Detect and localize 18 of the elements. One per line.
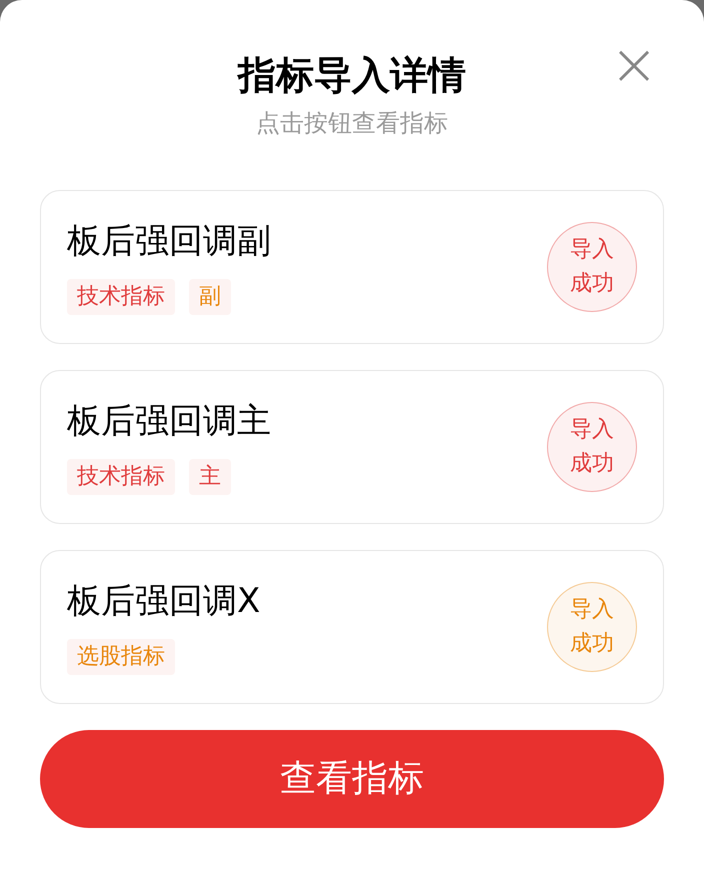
tag: 技术指标 [67,459,175,495]
indicator-card[interactable]: 板后强回调X 选股指标 导入成功 [40,550,664,704]
view-indicators-button[interactable]: 查看指标 [40,730,664,828]
success-stamp: 导入成功 [547,222,637,312]
close-button[interactable]: × [604,34,664,94]
indicator-card[interactable]: 板后强回调副 技术指标 副 导入成功 [40,190,664,344]
tag: 技术指标 [67,279,175,315]
dialog-subtitle: 点击按钮查看指标 [256,108,448,139]
tag: 副 [189,279,231,315]
indicator-name: 板后强回调主 [67,400,271,443]
dialog-title: 指标导入详情 [238,52,466,99]
indicator-card[interactable]: 板后强回调主 技术指标 主 导入成功 [40,370,664,524]
success-stamp: 导入成功 [547,582,637,672]
indicator-name: 板后强回调X [67,580,260,623]
indicator-name: 板后强回调副 [67,220,271,263]
success-stamp: 导入成功 [547,402,637,492]
tag: 主 [189,459,231,495]
tag: 选股指标 [67,639,175,675]
